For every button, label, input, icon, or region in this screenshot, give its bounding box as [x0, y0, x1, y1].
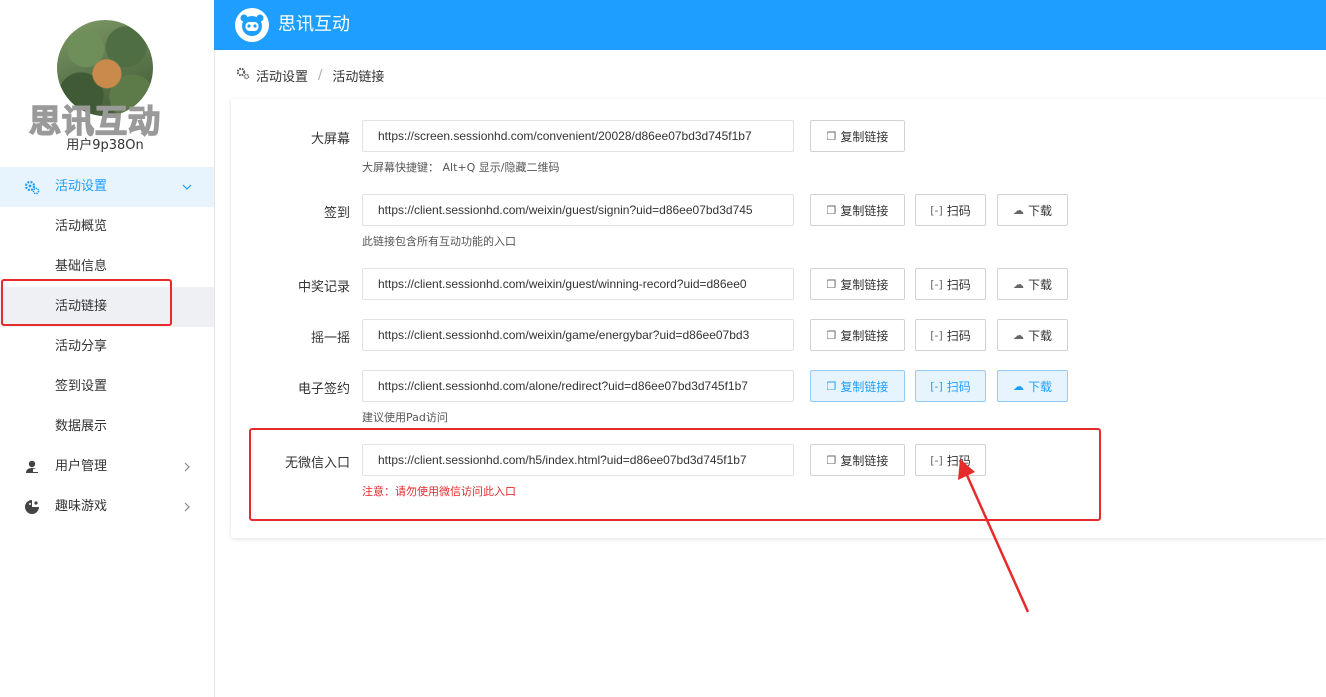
download-button[interactable]: ☁ 下载: [997, 194, 1068, 226]
chevron-right-icon: [181, 447, 193, 487]
button-label: 扫码: [946, 203, 971, 218]
menu-label: 活动设置: [55, 179, 108, 194]
cloud-download-icon: ☁: [1012, 277, 1024, 291]
scan-button[interactable]: [-] 扫码: [915, 319, 986, 351]
sidebar-item-signin-settings[interactable]: 签到设置: [0, 367, 214, 407]
scan-icon: [-]: [930, 277, 943, 291]
button-label: 下载: [1027, 379, 1052, 394]
row-label: 签到: [323, 206, 350, 221]
button-label: 复制链接: [840, 379, 889, 394]
sidebar-item-activity-share[interactable]: 活动分享: [0, 327, 214, 367]
button-label: 扫码: [946, 328, 971, 343]
game-icon: [24, 499, 40, 515]
sidebar-item-data-display[interactable]: 数据展示: [0, 407, 214, 447]
copy-icon: ❐: [826, 203, 837, 217]
menu-label: 用户管理: [55, 459, 108, 474]
url-field[interactable]: [362, 120, 794, 152]
top-header: 思讯互动: [214, 0, 1326, 50]
scan-button[interactable]: [-] 扫码: [915, 370, 986, 402]
cloud-download-icon: ☁: [1012, 203, 1024, 217]
button-label: 下载: [1027, 277, 1052, 292]
button-label: 下载: [1027, 328, 1052, 343]
chevron-right-icon: [181, 487, 193, 527]
copy-link-button[interactable]: ❐ 复制链接: [810, 268, 905, 300]
scan-button[interactable]: [-] 扫码: [915, 268, 986, 300]
row-label: 电子签约: [297, 382, 350, 397]
copy-link-button[interactable]: ❐ 复制链接: [810, 370, 905, 402]
annotation-highlight-box: [249, 428, 1101, 521]
scan-button[interactable]: [-] 扫码: [915, 194, 986, 226]
sidebar-item-overview[interactable]: 活动概览: [0, 207, 214, 247]
button-label: 复制链接: [840, 129, 889, 144]
row-hint: 建议使用Pad访问: [362, 411, 448, 424]
robot-logo-icon: [235, 8, 269, 42]
cloud-download-icon: ☁: [1012, 379, 1024, 393]
scan-icon: [-]: [930, 379, 943, 393]
copy-link-button[interactable]: ❐ 复制链接: [810, 120, 905, 152]
row-hint: 大屏幕快捷键： Alt+Q 显示/隐藏二维码: [362, 161, 560, 174]
copy-icon: ❐: [826, 277, 837, 291]
breadcrumb-item[interactable]: 活动设置: [256, 66, 308, 85]
scan-icon: [-]: [930, 203, 943, 217]
gear-icon: [236, 66, 250, 84]
button-label: 复制链接: [840, 203, 889, 218]
breadcrumb-separator: /: [318, 67, 323, 83]
gears-icon: [24, 179, 40, 195]
url-field[interactable]: [362, 268, 794, 300]
button-label: 扫码: [946, 277, 971, 292]
url-field[interactable]: [362, 194, 794, 226]
copy-link-button[interactable]: ❐ 复制链接: [810, 194, 905, 226]
button-label: 复制链接: [840, 277, 889, 292]
menu-user-management[interactable]: 用户管理: [0, 447, 214, 487]
menu-activity-settings[interactable]: 活动设置: [0, 167, 214, 207]
copy-icon: ❐: [826, 129, 837, 143]
menu-fun-games[interactable]: 趣味游戏: [0, 487, 214, 527]
download-button[interactable]: ☁ 下载: [997, 319, 1068, 351]
annotation-highlight-sidebar: [1, 279, 172, 326]
user-manage-icon: [24, 459, 40, 475]
row-label: 大屏幕: [310, 132, 350, 147]
copy-link-button[interactable]: ❐ 复制链接: [810, 319, 905, 351]
scan-icon: [-]: [930, 328, 943, 342]
breadcrumb-current: 活动链接: [332, 69, 385, 85]
sidebar: 思讯互动 用户9p38On 活动设置 活动概览 基础信息 活动链接 活动分享 签…: [0, 0, 215, 697]
row-label: 中奖记录: [297, 280, 350, 295]
cloud-download-icon: ☁: [1012, 328, 1024, 342]
button-label: 下载: [1027, 203, 1052, 218]
url-field[interactable]: [362, 319, 794, 351]
button-label: 复制链接: [840, 328, 889, 343]
breadcrumb: 活动设置 / 活动链接: [236, 66, 385, 85]
copy-icon: ❐: [826, 379, 837, 393]
row-hint: 此链接包含所有互动功能的入口: [362, 235, 516, 248]
button-label: 扫码: [946, 379, 971, 394]
sidebar-menu: 活动设置 活动概览 基础信息 活动链接 活动分享 签到设置 数据展示 用户管理 …: [0, 167, 214, 527]
chevron-down-icon: [181, 167, 193, 207]
menu-label: 趣味游戏: [55, 499, 108, 514]
download-button[interactable]: ☁ 下载: [997, 370, 1068, 402]
copy-icon: ❐: [826, 328, 837, 342]
header-title: 思讯互动: [278, 14, 350, 35]
download-button[interactable]: ☁ 下载: [997, 268, 1068, 300]
username: 用户9p38On: [66, 138, 144, 153]
url-field[interactable]: [362, 370, 794, 402]
row-label: 摇一摇: [310, 331, 350, 346]
